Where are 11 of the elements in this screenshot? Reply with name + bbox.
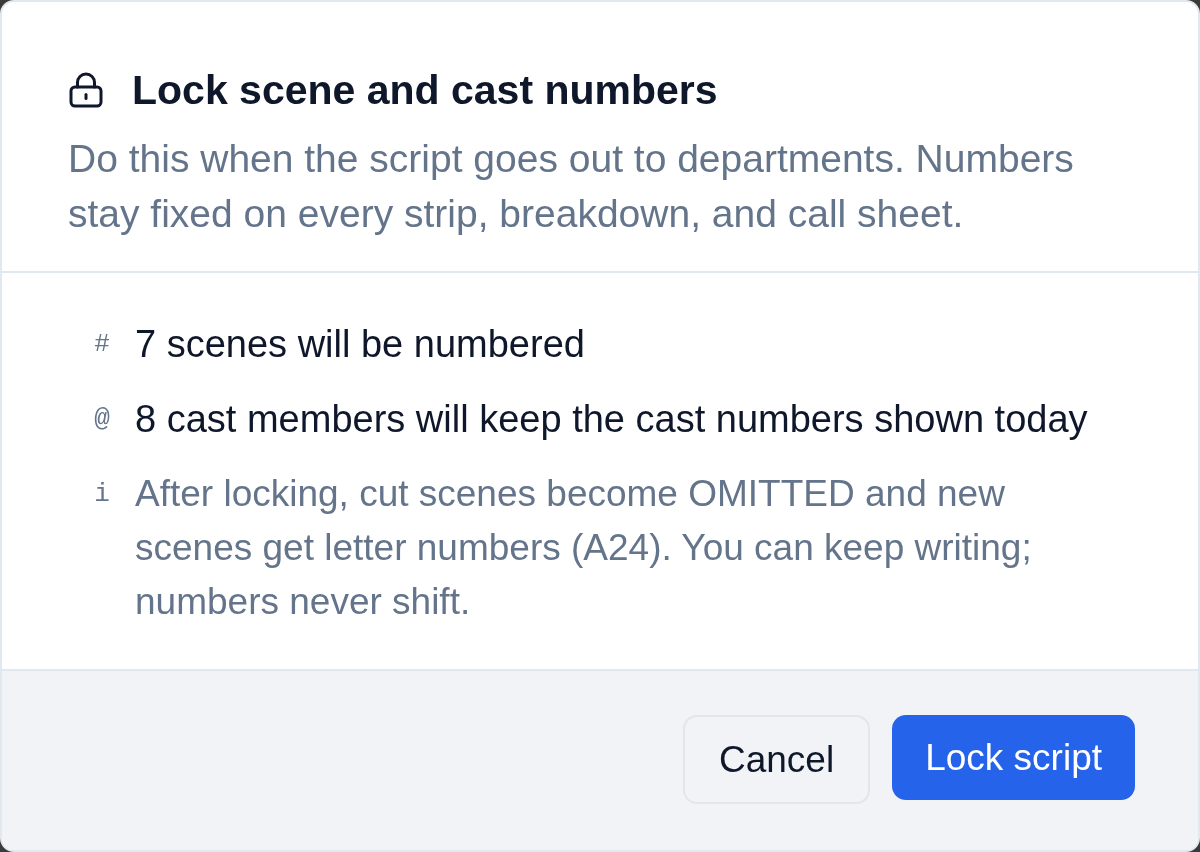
info-note: After locking, cut scenes become OMITTED and new scenes get letter numbers (A24). You can keep writing; numbers never shift. bbox=[135, 472, 1033, 624]
marker-symbol: @ bbox=[93, 403, 111, 436]
summary-line: 7 scenes will be numbered bbox=[135, 322, 585, 367]
lock-script-button[interactable]: Lock script bbox=[892, 715, 1135, 800]
marker-symbol: i bbox=[93, 478, 111, 511]
dialog-title: Lock scene and cast numbers bbox=[132, 66, 718, 114]
padlock-icon bbox=[68, 72, 104, 108]
cancel-button[interactable]: Cancel bbox=[682, 715, 871, 804]
summary-line: 8 cast members will keep the cast numbers shown today bbox=[135, 397, 1088, 442]
marker-symbol: # bbox=[93, 328, 111, 361]
dialog-description: Do this when the script goes out to departments. Numbers stay fixed on every strip, breakdown, and call sheet. bbox=[68, 136, 1075, 237]
